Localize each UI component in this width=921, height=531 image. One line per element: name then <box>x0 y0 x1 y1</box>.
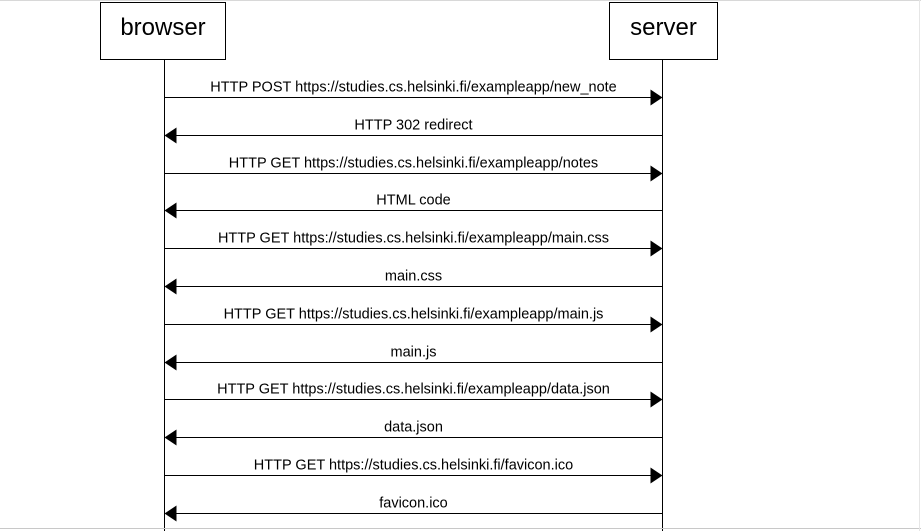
arrowhead-icon <box>164 354 177 371</box>
arrowhead-icon <box>164 202 177 219</box>
message-label: HTTP POST https://studies.cs.helsinki.fi… <box>210 80 616 96</box>
message-label: main.js <box>391 345 437 361</box>
participant-label-server: server <box>630 14 697 41</box>
message-label: HTML code <box>376 193 450 209</box>
arrowhead-icon <box>650 467 663 484</box>
arrowhead-icon <box>164 429 177 446</box>
message-label: HTTP 302 redirect <box>354 118 472 134</box>
arrowhead-icon <box>650 165 663 182</box>
arrowhead-icon <box>650 240 663 257</box>
message-label: main.css <box>385 269 442 285</box>
message-label: HTTP GET https://studies.cs.helsinki.fi/… <box>224 307 604 323</box>
bottom-border <box>0 528 921 529</box>
message-label: data.json <box>384 420 443 436</box>
arrowhead-icon <box>164 127 177 144</box>
participant-label-browser: browser <box>120 14 205 41</box>
sequence-diagram: browser server HTTP POST https://studies.c… <box>0 0 921 531</box>
sequence-diagram-canvas: browser server HTTP POST https://studies.c… <box>100 2 718 531</box>
message-label: HTTP GET https://studies.cs.helsinki.fi/… <box>229 156 598 172</box>
message-label: HTTP GET https://studies.cs.helsinki.fi/… <box>217 382 610 398</box>
arrowhead-icon <box>164 278 177 295</box>
arrowhead-icon <box>650 316 663 333</box>
right-border <box>919 0 920 531</box>
arrowhead-icon <box>650 391 663 408</box>
arrowhead-icon <box>650 89 663 106</box>
message-label: HTTP GET https://studies.cs.helsinki.fi/… <box>254 458 573 474</box>
message-label: favicon.ico <box>379 496 448 512</box>
arrowhead-icon <box>164 505 177 522</box>
message-label: HTTP GET https://studies.cs.helsinki.fi/… <box>218 231 609 247</box>
